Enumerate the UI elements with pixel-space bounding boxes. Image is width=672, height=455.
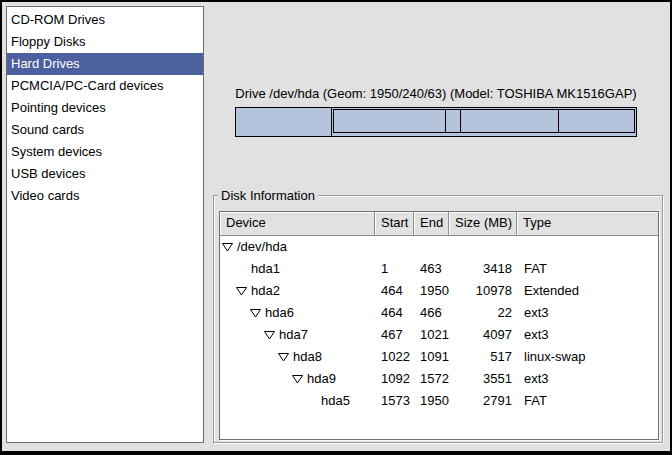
sidebar-item-usb-devices[interactable]: USB devices	[7, 163, 203, 185]
end-cell: 463	[414, 258, 449, 280]
drive-title: Drive /dev/hda (Geom: 1950/240/63) (Mode…	[235, 86, 637, 102]
device-name: hda2	[251, 280, 280, 302]
column-header-end[interactable]: End	[414, 212, 449, 236]
end-cell: 1572	[414, 368, 449, 390]
disk-row-hda8[interactable]: hda8 10221091517linux-swap	[220, 346, 658, 368]
size-cell: 10978	[449, 280, 517, 302]
device-name: hda6	[265, 302, 294, 324]
device-name: hda7	[279, 324, 308, 346]
hardware-browser-window: CD-ROM DrivesFloppy DisksHard DrivesPCMC…	[0, 0, 672, 455]
device-name: hda8	[293, 346, 322, 368]
type-cell: ext3	[517, 324, 658, 346]
type-cell: ext3	[517, 368, 658, 390]
table-body: /dev/hdahda114633418FAThda2464195010978E…	[220, 236, 658, 412]
start-cell: 464	[375, 280, 414, 302]
device-cell: hda1	[220, 258, 375, 280]
size-cell: 4097	[449, 324, 517, 346]
column-header-device[interactable]: Device	[220, 212, 375, 236]
expander-open-icon[interactable]	[292, 375, 307, 384]
size-cell: 22	[449, 302, 517, 324]
size-cell: 3418	[449, 258, 517, 280]
expander-open-icon[interactable]	[236, 287, 251, 296]
device-cell: hda2	[220, 280, 375, 302]
device-name: hda5	[321, 390, 350, 412]
extended-partition-hda2	[333, 109, 635, 133]
disk-row-hda2[interactable]: hda2 464195010978Extended	[220, 280, 658, 302]
start-cell	[375, 236, 414, 258]
start-cell: 1092	[375, 368, 414, 390]
disk-information-table: DeviceStartEndSize (MB)Type /dev/hdahda1…	[219, 211, 659, 440]
sidebar-item-floppy-disks[interactable]: Floppy Disks	[7, 31, 203, 53]
end-cell: 1021	[414, 324, 449, 346]
sidebar-item-hard-drives[interactable]: Hard Drives	[7, 53, 203, 75]
size-cell: 2791	[449, 390, 517, 412]
partition-boundary-hda9	[558, 110, 559, 132]
device-cell: hda5	[220, 390, 375, 412]
device-name: hda1	[251, 258, 280, 280]
type-cell: ext3	[517, 302, 658, 324]
disk-row--dev-hda[interactable]: /dev/hda	[220, 236, 658, 258]
end-cell: 466	[414, 302, 449, 324]
sidebar-item-sound-cards[interactable]: Sound cards	[7, 119, 203, 141]
column-header-size-mb-[interactable]: Size (MB)	[449, 212, 517, 236]
device-name: /dev/hda	[237, 236, 287, 258]
sidebar-item-pcmcia-pc-card-devices[interactable]: PCMCIA/PC-Card devices	[7, 75, 203, 97]
expander-open-icon[interactable]	[264, 331, 279, 340]
disk-row-hda1[interactable]: hda1 14633418FAT	[220, 258, 658, 280]
expander-open-icon[interactable]	[250, 309, 265, 318]
disk-row-hda9[interactable]: hda9 109215723551ext3	[220, 368, 658, 390]
expander-open-icon[interactable]	[278, 353, 293, 362]
type-cell: FAT	[517, 390, 658, 412]
disk-row-hda7[interactable]: hda7 46710214097ext3	[220, 324, 658, 346]
start-cell: 1022	[375, 346, 414, 368]
size-cell: 3551	[449, 368, 517, 390]
end-cell: 1091	[414, 346, 449, 368]
disk-information-label: Disk Information	[218, 188, 318, 203]
sidebar-item-pointing-devices[interactable]: Pointing devices	[7, 97, 203, 119]
device-category-list: CD-ROM DrivesFloppy DisksHard DrivesPCMC…	[6, 6, 204, 443]
start-cell: 467	[375, 324, 414, 346]
device-cell: hda8	[220, 346, 375, 368]
sidebar-item-video-cards[interactable]: Video cards	[7, 185, 203, 207]
device-cell: hda6	[220, 302, 375, 324]
type-cell	[517, 236, 658, 258]
end-cell: 1950	[414, 390, 449, 412]
sidebar-item-cd-rom-drives[interactable]: CD-ROM Drives	[7, 9, 203, 31]
expander-open-icon[interactable]	[222, 243, 237, 252]
disk-row-hda6[interactable]: hda6 46446622ext3	[220, 302, 658, 324]
partition-boundary-hda1	[331, 108, 332, 136]
table-header: DeviceStartEndSize (MB)Type	[220, 212, 658, 236]
partition-bar	[235, 107, 637, 137]
partition-boundary-hda8	[460, 110, 461, 132]
type-cell: linux-swap	[517, 346, 658, 368]
device-cell: /dev/hda	[220, 236, 375, 258]
type-cell: Extended	[517, 280, 658, 302]
device-cell: hda9	[220, 368, 375, 390]
size-cell: 517	[449, 346, 517, 368]
start-cell: 1573	[375, 390, 414, 412]
device-cell: hda7	[220, 324, 375, 346]
sidebar-item-system-devices[interactable]: System devices	[7, 141, 203, 163]
column-header-type[interactable]: Type	[517, 212, 658, 236]
disk-row-hda5[interactable]: hda5 157319502791FAT	[220, 390, 658, 412]
start-cell: 1	[375, 258, 414, 280]
start-cell: 464	[375, 302, 414, 324]
partition-boundary-hda7	[445, 110, 446, 132]
end-cell	[414, 236, 449, 258]
device-name: hda9	[307, 368, 336, 390]
size-cell	[449, 236, 517, 258]
end-cell: 1950	[414, 280, 449, 302]
type-cell: FAT	[517, 258, 658, 280]
column-header-start[interactable]: Start	[375, 212, 414, 236]
